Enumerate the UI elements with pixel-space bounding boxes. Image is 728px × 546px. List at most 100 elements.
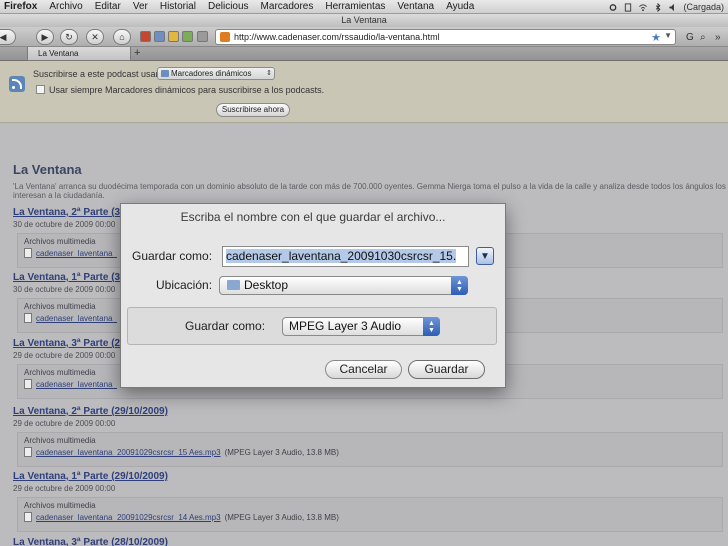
feed-description: 'La Ventana' arranca su duodécima tempor… (13, 182, 726, 191)
format-select[interactable]: MPEG Layer 3 Audio ▲ ▼ (282, 317, 440, 336)
new-tab-button[interactable]: + (134, 47, 140, 60)
location-select[interactable]: Desktop ▲ ▼ (219, 276, 468, 295)
select-arrows-icon: ⇕ (266, 70, 272, 77)
entry-date: 29 de octubre de 2009 00:00 (13, 419, 116, 428)
entry-date: 29 de octubre de 2009 00:00 (13, 484, 116, 493)
entry-title-link[interactable]: La Ventana, 1ª Parte (29/10/2009) (13, 471, 728, 482)
menu-editar[interactable]: Editar (89, 1, 127, 12)
entry-title-link[interactable]: La Ventana, 2ª Parte (29/10/2009) (13, 406, 728, 417)
menu-historial[interactable]: Historial (154, 1, 202, 12)
menu-archivo[interactable]: Archivo (43, 1, 88, 12)
media-box: Archivos multimedia cadenaser_laventana_… (17, 432, 723, 467)
delicious-icon[interactable] (140, 31, 151, 42)
forward-button[interactable]: ▶ (36, 29, 54, 45)
folder-icon (227, 280, 240, 290)
feed-description-end: interesan a la ciudadanía. (13, 191, 105, 200)
menu-marcadores[interactable]: Marcadores (255, 1, 320, 12)
back-button[interactable]: ◀ (0, 29, 16, 45)
window-titlebar: La Ventana (0, 14, 728, 27)
location-value: Desktop (244, 278, 289, 292)
dialog-title: Escriba el nombre con el que guardar el … (180, 210, 446, 224)
menu-bar: Firefox Archivo Editar Ver Historial Del… (0, 0, 728, 14)
always-use-checkbox[interactable] (36, 85, 45, 94)
star-icon[interactable]: ★ (651, 31, 661, 44)
tag-icon[interactable] (168, 31, 179, 42)
file-name-value: cadenaser_laventana_20091030csrcsr_15. (226, 249, 457, 263)
bookmark-icon[interactable] (154, 31, 165, 42)
forward-arrow-icon: ▶ (41, 31, 49, 42)
menu-extras: (Cargada) (608, 0, 724, 14)
script-icon[interactable] (623, 2, 633, 12)
page-icon[interactable] (197, 31, 208, 42)
reload-icon: ↻ (65, 31, 73, 42)
media-file: cadenaser_laventana_ (24, 313, 121, 323)
media-label: Archivos multimedia (24, 501, 96, 510)
media-box: Archivos multimedia cadenaser_laventana_… (17, 497, 723, 532)
volume-icon[interactable] (668, 3, 678, 12)
format-panel: Guardar como: MPEG Layer 3 Audio ▲ ▼ (127, 307, 497, 345)
chevron-down-icon[interactable]: ▼ (664, 31, 672, 40)
overflow-icon[interactable]: » (715, 29, 721, 45)
home-button[interactable]: ⌂ (113, 29, 131, 45)
media-file-info: (MPEG Layer 3 Audio, 13.8 MB) (224, 512, 339, 522)
always-use-label: Usar siempre Marcadores dinámicos para s… (49, 85, 325, 95)
navigation-toolbar: ◀ ▶ ↻ ✕ ⌂ http://www.cadenaser.com/rssau… (0, 27, 728, 47)
file-name-field[interactable]: cadenaser_laventana_20091030csrcsr_15. (222, 246, 469, 267)
media-file-link[interactable]: cadenaser_laventana_ (36, 249, 117, 258)
select-arrows-icon: ▲ ▼ (423, 317, 440, 336)
menu-app-firefox[interactable]: Firefox (0, 1, 43, 12)
subscribe-panel: Suscribirse a este podcast usando Marcad… (0, 61, 728, 123)
media-file-link[interactable]: cadenaser_laventana_ (36, 380, 117, 389)
window-title: La Ventana (341, 15, 387, 25)
file-icon (24, 512, 32, 522)
select-arrows-icon: ▲ ▼ (451, 276, 468, 295)
search-engine-icon[interactable]: G (686, 29, 694, 45)
media-file-link[interactable]: cadenaser_laventana_20091029csrcsr_14 Ae… (36, 513, 221, 522)
chevron-down-icon: ▼ (480, 250, 490, 262)
site-favicon (220, 32, 230, 42)
media-label: Archivos multimedia (24, 302, 96, 311)
location-label: Ubicación: (156, 278, 213, 292)
search-icon[interactable]: ⌕ (700, 29, 706, 45)
menu-herramientas[interactable]: Herramientas (319, 1, 391, 12)
menu-delicious[interactable]: Delicious (202, 1, 255, 12)
media-label: Archivos multimedia (24, 368, 96, 377)
feed-title: La Ventana (13, 162, 82, 177)
entry-title-link[interactable]: La Ventana, 3ª Parte (28/10/2009) (13, 537, 728, 546)
stop-button[interactable]: ✕ (86, 29, 104, 45)
url-bar[interactable]: http://www.cadenaser.com/rssaudio/la-ven… (215, 29, 676, 45)
media-file: cadenaser_laventana_ (24, 379, 121, 389)
gear-icon[interactable] (608, 3, 618, 12)
subscribe-prompt: Suscribirse a este podcast usando (33, 69, 171, 79)
media-label: Archivos multimedia (24, 436, 96, 445)
format-value: MPEG Layer 3 Audio (289, 319, 402, 333)
back-arrow-icon: ◀ (0, 31, 7, 42)
tab-la-ventana[interactable]: La Ventana (27, 47, 131, 61)
rss-feed-icon (9, 76, 25, 92)
file-icon (24, 379, 32, 389)
wifi-icon[interactable] (638, 3, 648, 12)
media-file-link[interactable]: cadenaser_laventana_ (36, 314, 117, 323)
file-icon (24, 248, 32, 258)
media-file: cadenaser_laventana_20091029csrcsr_14 Ae… (24, 512, 339, 522)
file-icon (24, 313, 32, 323)
menu-ver[interactable]: Ver (127, 1, 154, 12)
media-file-info: (MPEG Layer 3 Audio, 13.8 MB) (224, 447, 339, 457)
bluetooth-icon[interactable] (653, 2, 663, 12)
save-as-label: Guardar como: (132, 249, 213, 263)
feed-entry: La Ventana, 1ª Parte (29/10/2009) 29 de … (13, 471, 728, 532)
media-file-link[interactable]: cadenaser_laventana_20091029csrcsr_15 Ae… (36, 448, 221, 457)
stop-icon: ✕ (91, 31, 99, 42)
media-file: cadenaser_laventana_20091029csrcsr_15 Ae… (24, 447, 339, 457)
addon-icon[interactable] (182, 31, 193, 42)
reader-select[interactable]: Marcadores dinámicos ⇕ (157, 67, 275, 80)
subscribe-now-button[interactable]: Suscribirse ahora (216, 103, 290, 117)
reload-button[interactable]: ↻ (60, 29, 78, 45)
cancel-button[interactable]: Cancelar (325, 360, 402, 379)
tab-bar: La Ventana + (0, 47, 728, 61)
menu-ventana[interactable]: Ventana (391, 1, 440, 12)
save-dialog: Escriba el nombre con el que guardar el … (120, 203, 506, 388)
save-button[interactable]: Guardar (408, 360, 485, 379)
menu-ayuda[interactable]: Ayuda (440, 1, 480, 12)
expand-dialog-button[interactable]: ▼ (476, 247, 494, 265)
